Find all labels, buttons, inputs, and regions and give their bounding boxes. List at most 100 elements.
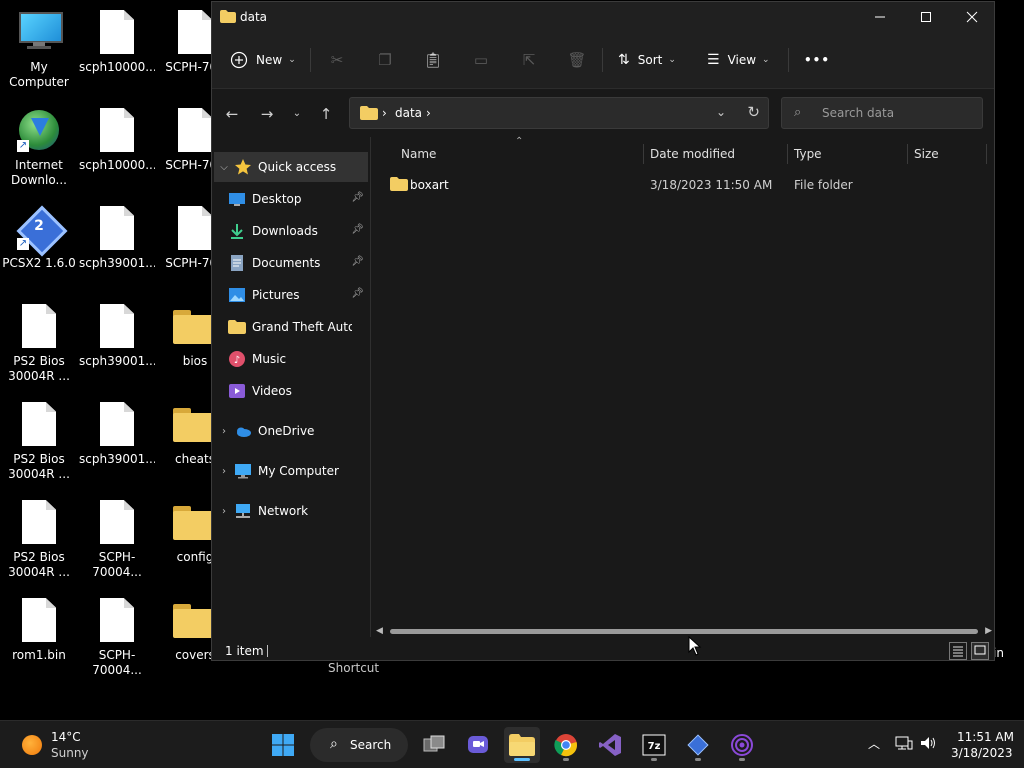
more-options-button[interactable]: ••• [804, 46, 830, 74]
show-hidden-icons-button[interactable]: ︿ [868, 735, 880, 752]
view-button[interactable]: ☰ View ⌄ [707, 46, 770, 74]
pin-icon[interactable]: 📌︎ [351, 288, 364, 299]
desktop-icon-label: PS2 Bios 30004R ... [8, 452, 70, 481]
sun-icon [22, 735, 42, 755]
nav-item-network[interactable]: › Network [214, 496, 368, 526]
desktop-icon[interactable]: rom1.bin [0, 590, 78, 686]
details-view-button[interactable] [949, 642, 967, 660]
minimize-icon [875, 16, 885, 18]
pcsx2-taskbar-button[interactable] [680, 727, 716, 763]
desktop-icon[interactable]: PS2 Bios 30004R ... [0, 394, 78, 490]
nav-item-videos[interactable]: Videos [214, 376, 368, 406]
refresh-button[interactable]: ↻ [747, 103, 760, 121]
nav-item-documents[interactable]: Documents 📌︎ [214, 248, 368, 278]
pin-icon[interactable]: 📌︎ [351, 224, 364, 235]
desktop-icon[interactable]: SCPH-70004... [78, 492, 156, 588]
minimize-button[interactable] [857, 2, 903, 32]
cloud-icon [234, 422, 252, 440]
nav-item-music[interactable]: ♪ Music [214, 344, 368, 374]
desktop-icon[interactable]: scph39001.... [78, 198, 156, 294]
forward-button[interactable]: → [256, 103, 278, 125]
scrollbar-thumb[interactable] [390, 629, 978, 634]
title-bar[interactable]: data [212, 2, 994, 32]
desktop-icon[interactable]: scph10000.... [78, 2, 156, 98]
maximize-button[interactable] [903, 2, 949, 32]
teams-chat-button[interactable] [460, 727, 496, 763]
column-header-type[interactable]: Type [794, 142, 822, 166]
column-divider[interactable] [787, 144, 788, 164]
column-header-date[interactable]: Date modified [650, 142, 735, 166]
column-header-name[interactable]: Name [401, 142, 436, 166]
new-button-label: New [256, 53, 283, 67]
column-header-size[interactable]: Size [914, 142, 939, 166]
desktop-icon[interactable]: scph10000.... [78, 100, 156, 196]
file-type: File folder [794, 178, 853, 192]
desktop-icon[interactable]: SCPH-70004... [78, 590, 156, 686]
sort-icon: ⇅ [618, 52, 630, 68]
nav-item-my-computer[interactable]: › My Computer [214, 456, 368, 486]
sort-button[interactable]: ⇅ Sort ⌄ [618, 46, 676, 74]
taskbar-search[interactable]: ⌕ Search [310, 728, 408, 762]
desktop-icon[interactable]: 2 ↗ PCSX2 1.6.0 [0, 198, 78, 294]
desktop-icon[interactable]: PS2 Bios 30004R ... [0, 296, 78, 392]
share-button[interactable]: ⇱ [519, 46, 539, 74]
document-icon [178, 206, 212, 250]
start-button[interactable] [265, 727, 301, 763]
nav-item-onedrive[interactable]: › OneDrive [214, 416, 368, 446]
document-icon [100, 598, 134, 642]
chevron-down-icon: ⌄ [668, 55, 676, 65]
7zip-taskbar-button[interactable]: 7z [636, 727, 672, 763]
clock-time[interactable]: 11:51 AM [957, 730, 1014, 744]
tor-browser-taskbar-button[interactable] [724, 727, 760, 763]
recent-locations-button[interactable]: ⌄ [286, 103, 308, 125]
scroll-right-icon[interactable]: ▶ [985, 626, 992, 636]
nav-item-pictures[interactable]: Pictures 📌︎ [214, 280, 368, 310]
rename-button[interactable]: ▭ [471, 46, 491, 74]
folder-icon [509, 734, 535, 756]
network-status-icon[interactable] [895, 735, 913, 755]
new-button[interactable]: New ⌄ [230, 46, 296, 74]
documents-icon [228, 254, 246, 272]
desktop-icon-label: scph39001.... [79, 452, 155, 466]
column-divider[interactable] [907, 144, 908, 164]
file-row[interactable]: boxart 3/18/2023 11:50 AM File folder [372, 174, 982, 196]
volume-icon[interactable] [919, 735, 937, 755]
cut-button[interactable]: ✂ [327, 46, 347, 74]
desktop-icon[interactable]: PS2 Bios 30004R ... [0, 492, 78, 588]
paste-button[interactable]: 📋︎ [423, 46, 443, 74]
desktop-icon[interactable]: scph39001.... [78, 394, 156, 490]
up-button[interactable]: ↑ [315, 103, 337, 125]
thumbnail-view-button[interactable] [971, 642, 989, 660]
back-button[interactable]: ← [221, 103, 243, 125]
address-bar[interactable]: › data › ⌄ ↻ [349, 97, 769, 129]
search-box[interactable]: ⌕ Search data [781, 97, 983, 129]
column-divider[interactable] [643, 144, 644, 164]
nav-item-desktop[interactable]: Desktop 📌︎ [214, 184, 368, 214]
document-icon [100, 206, 134, 250]
desktop-icon[interactable]: ↗ Internet Downlo... [0, 100, 78, 196]
column-divider[interactable] [986, 144, 987, 164]
chat-icon [468, 736, 488, 753]
file-explorer-taskbar-button[interactable] [504, 727, 540, 763]
copy-button[interactable]: ❐ [375, 46, 395, 74]
pane-divider[interactable] [370, 137, 371, 637]
task-view-button[interactable] [416, 727, 452, 763]
desktop-icon[interactable]: My Computer [0, 2, 78, 98]
clock-date[interactable]: 3/18/2023 [951, 746, 1013, 760]
close-button[interactable] [949, 2, 995, 32]
nav-item-downloads[interactable]: Downloads 📌︎ [214, 216, 368, 246]
pin-icon[interactable]: 📌︎ [351, 256, 364, 267]
nav-item-label: Grand Theft Auto - [252, 320, 352, 334]
breadcrumb-item-data[interactable]: data [395, 106, 422, 120]
delete-button[interactable]: 🗑︎ [567, 46, 587, 74]
horizontal-scrollbar[interactable]: ◀ ▶ [372, 626, 996, 636]
scroll-left-icon[interactable]: ◀ [376, 626, 383, 636]
pin-icon[interactable]: 📌︎ [351, 192, 364, 203]
address-history-dropdown[interactable]: ⌄ [716, 105, 726, 119]
visual-studio-taskbar-button[interactable] [592, 727, 628, 763]
nav-item-quick-access[interactable]: ⌵ Quick access [214, 152, 368, 182]
nav-item-grand[interactable]: Grand Theft Auto - [214, 312, 368, 342]
desktop-icon[interactable]: scph39001.... [78, 296, 156, 392]
chrome-taskbar-button[interactable] [548, 727, 584, 763]
breadcrumb-separator[interactable]: › [426, 106, 431, 120]
